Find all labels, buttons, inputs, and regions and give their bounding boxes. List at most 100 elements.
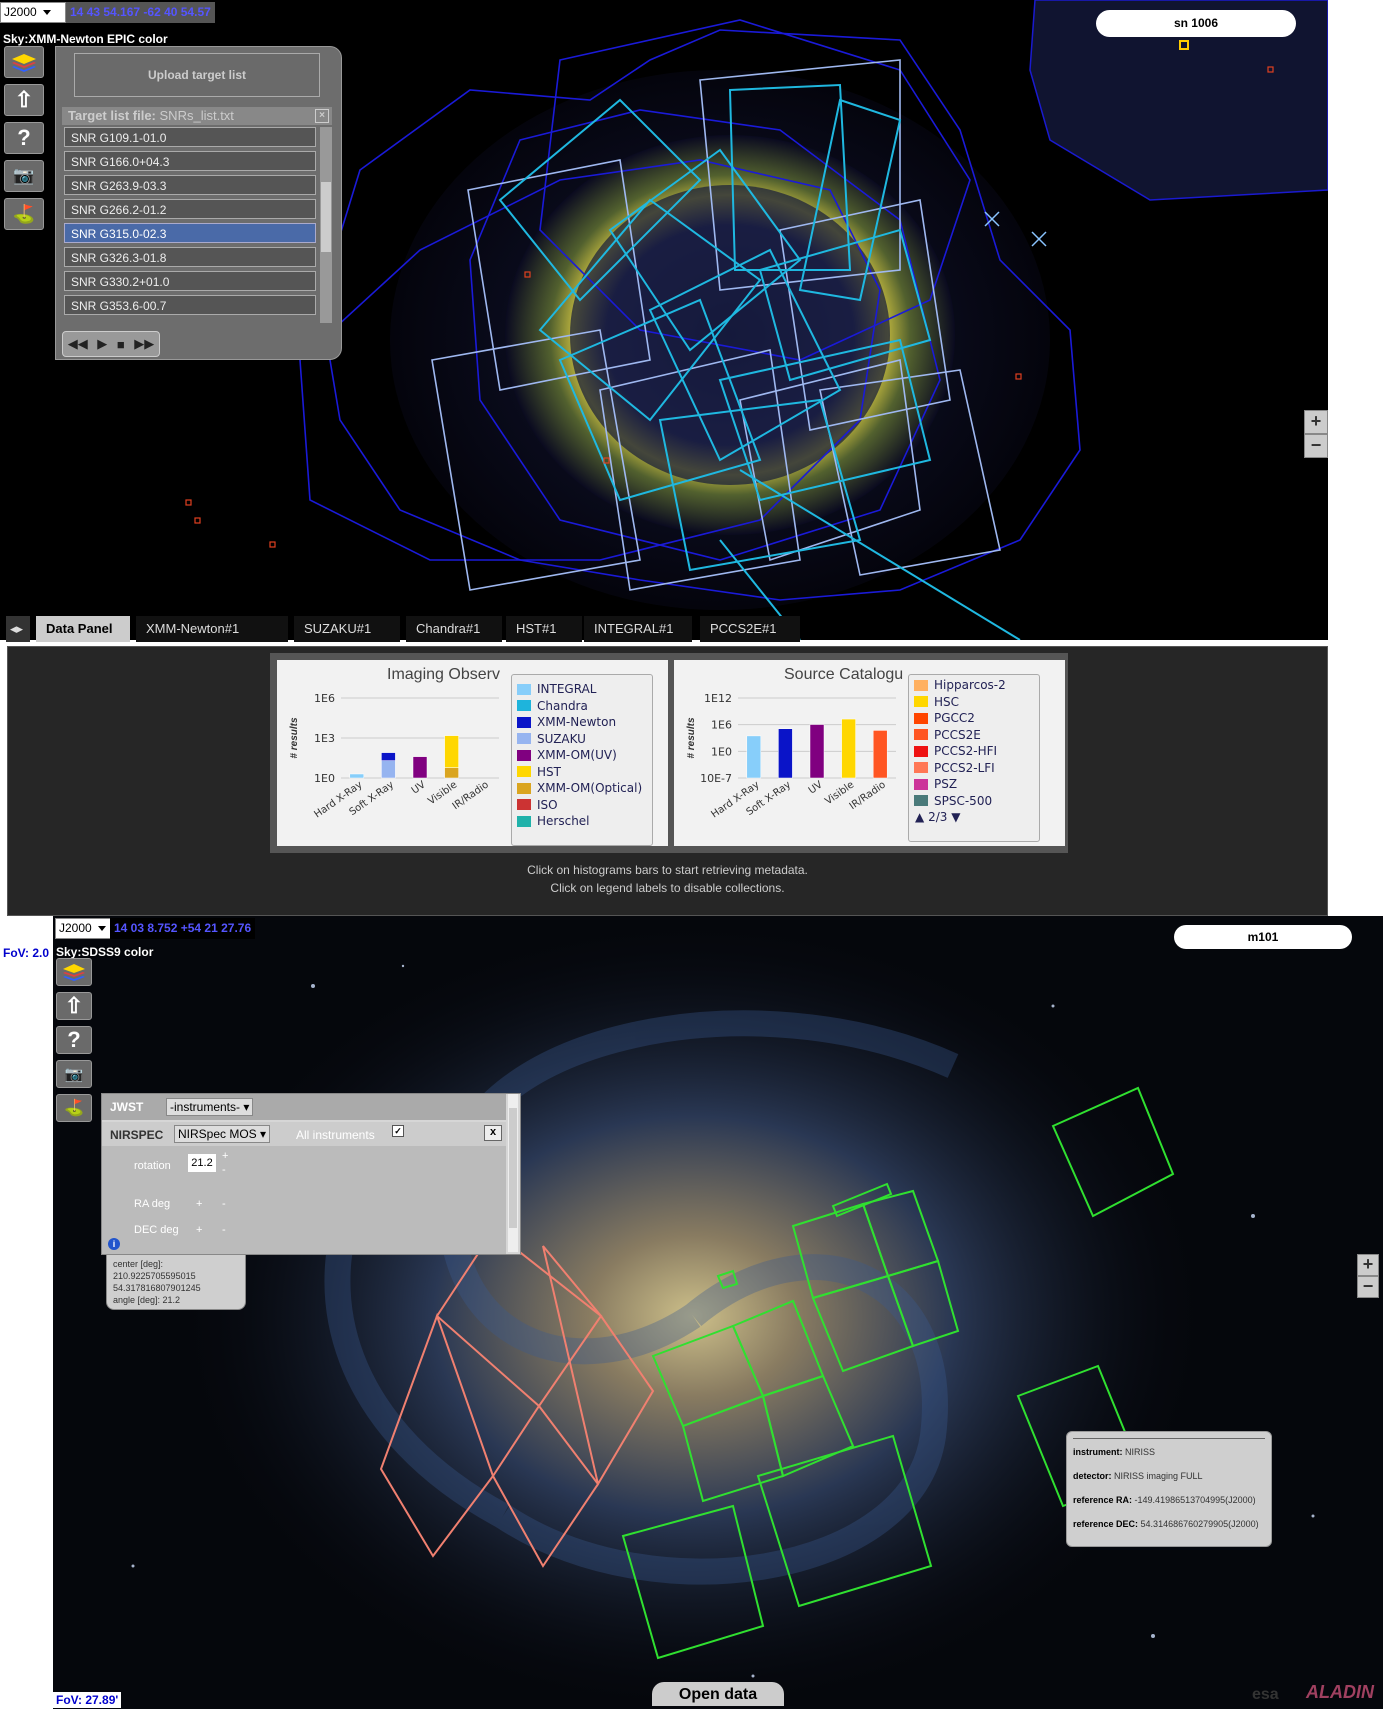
mode-select[interactable]: NIRSpec MOS ▾ (174, 1125, 271, 1143)
tab-xmm-newton[interactable]: XMM-Newton#1 (136, 616, 288, 642)
dec-minus[interactable]: - (222, 1224, 226, 1236)
target-list-button[interactable]: ⛳ (56, 1094, 92, 1122)
target-list: SNR G109.1-01.0 SNR G166.0+04.3 SNR G263… (64, 127, 316, 319)
legend-item[interactable]: PCCS2E (909, 727, 1039, 744)
side-toolbar-bottom: ⇧ ? 📷 ⛳ (56, 958, 92, 1122)
upload-target-list-button[interactable]: Upload target list (74, 53, 320, 97)
legend-item[interactable]: ISO (512, 797, 652, 814)
sky-viewer-bottom[interactable] (53, 916, 1383, 1709)
panel-scrollbar[interactable] (508, 1094, 518, 1252)
coordinates-input[interactable]: 14 43 54.167 -62 40 54.57 (66, 2, 215, 23)
screenshot-button[interactable]: 📷 (56, 1060, 92, 1088)
legend-item[interactable]: XMM-OM(Optical) (512, 780, 652, 797)
legend-swatch (914, 696, 928, 708)
target-list-item[interactable]: SNR G166.0+04.3 (64, 151, 316, 171)
rotation-input[interactable]: 21.2 (188, 1154, 216, 1172)
legend-item[interactable]: PCCS2-LFI (909, 760, 1039, 777)
legend-item[interactable]: PSZ (909, 776, 1039, 793)
ra-plus[interactable]: + (196, 1198, 202, 1210)
y-tick-label: 1E0 (314, 772, 335, 785)
coord-system-value: J2000 (4, 5, 37, 19)
x-tick-label: IR/Radio (451, 779, 491, 812)
rewind-icon[interactable]: ◀◀ (68, 336, 88, 352)
arrow-up-icon[interactable]: ▲ (915, 810, 924, 824)
legend-item[interactable]: XMM-OM(UV) (512, 747, 652, 764)
rotation-minus[interactable]: - (222, 1164, 226, 1176)
tooltip-instrument: instrument: NIRISS (1073, 1447, 1156, 1457)
legend-item[interactable]: INTEGRAL (512, 681, 652, 698)
legend-item[interactable]: Herschel (512, 813, 652, 830)
tab-chandra[interactable]: Chandra#1 (406, 616, 502, 642)
layers-button[interactable] (4, 46, 44, 78)
legend-item[interactable]: HST (512, 764, 652, 781)
y-tick-label: 10E-7 (700, 772, 732, 785)
legend-item[interactable]: SUZAKU (512, 731, 652, 748)
target-list-item[interactable]: SNR G109.1-01.0 (64, 127, 316, 147)
camera-icon: 📷 (13, 166, 35, 185)
legend-item[interactable]: PCCS2-HFI (909, 743, 1039, 760)
ra-minus[interactable]: - (222, 1198, 226, 1210)
fast-forward-icon[interactable]: ▶▶ (134, 336, 154, 352)
tab-pccs2e[interactable]: PCCS2E#1 (700, 616, 800, 642)
legend-item[interactable]: HSC (909, 694, 1039, 711)
y-tick-label: 1E0 (711, 745, 732, 758)
target-list-item[interactable]: SNR G326.3-01.8 (64, 247, 316, 267)
legend-item[interactable]: Chandra (512, 698, 652, 715)
help-button[interactable]: ? (4, 122, 44, 154)
target-search-input[interactable]: sn 1006 (1096, 10, 1296, 37)
close-button[interactable]: x (484, 1125, 502, 1141)
help-button[interactable]: ? (56, 1026, 92, 1054)
dec-plus[interactable]: + (196, 1224, 202, 1236)
target-list-item[interactable]: SNR G263.9-03.3 (64, 175, 316, 195)
target-list-item[interactable]: SNR G266.2-01.2 (64, 199, 316, 219)
legend-item[interactable]: XMM-Newton (512, 714, 652, 731)
histogram-bar (412, 756, 428, 779)
all-instruments-checkbox[interactable]: ✓ (392, 1125, 404, 1137)
sky-image-m101[interactable] (53, 916, 1383, 1709)
instrument-select[interactable]: -instruments- ▾ (166, 1098, 254, 1116)
target-list-item[interactable]: SNR G353.6-00.7 (64, 295, 316, 315)
layers-button[interactable] (56, 958, 92, 986)
play-icon[interactable]: ▶ (97, 336, 107, 352)
tab-suzaku[interactable]: SUZAKU#1 (294, 616, 400, 642)
target-list-scrollbar[interactable] (320, 127, 332, 323)
legend-item[interactable]: PGCC2 (909, 710, 1039, 727)
rotation-plus[interactable]: + (222, 1150, 228, 1162)
fov-indicator-bottom: FoV: 27.89' (53, 1692, 122, 1708)
scrollbar-thumb[interactable] (321, 182, 331, 252)
screenshot-button[interactable]: 📷 (4, 160, 44, 192)
info-icon[interactable]: i (108, 1238, 120, 1250)
close-icon[interactable]: × (315, 109, 329, 123)
x-tick-label: UV (410, 779, 428, 796)
scrollbar-thumb[interactable] (509, 1108, 517, 1228)
legend-label: INTEGRAL (537, 682, 597, 697)
coord-system-select[interactable]: J2000 (0, 2, 66, 23)
legend-pager: ▲ 2/3 ▼ (909, 809, 1039, 826)
stop-icon[interactable]: ■ (117, 337, 125, 352)
tab-data-panel[interactable]: Data Panel (36, 616, 130, 642)
zoom-in-button[interactable]: + (1304, 410, 1328, 434)
open-data-button[interactable]: Open data (652, 1682, 784, 1706)
export-button[interactable]: ⇧ (4, 84, 44, 116)
target-list-item-selected[interactable]: SNR G315.0-02.3 (64, 223, 316, 243)
coord-system-select-bottom[interactable]: J2000 (55, 918, 111, 939)
legend-item[interactable]: Hipparcos-2 (909, 677, 1039, 694)
legend-swatch (517, 782, 531, 794)
arrow-down-icon[interactable]: ▼ (951, 810, 960, 824)
zoom-out-button[interactable]: − (1304, 434, 1328, 458)
zoom-out-button-bottom[interactable]: − (1357, 1276, 1379, 1298)
coordinates-input-bottom[interactable]: 14 03 8.752 +54 21 27.76 (110, 918, 256, 939)
target-list-item[interactable]: SNR G330.2+01.0 (64, 271, 316, 291)
zoom-in-button-bottom[interactable]: + (1357, 1254, 1379, 1276)
target-search-input-bottom[interactable]: m101 (1174, 925, 1352, 949)
instrument-select-value: -instruments- (170, 1100, 241, 1114)
info-center-ra: 210.9225705595015 (113, 1271, 196, 1281)
esa-logo: esa (1252, 1686, 1279, 1703)
tab-hst[interactable]: HST#1 (506, 616, 582, 642)
tab-scroll-arrows[interactable]: ◂▸ (6, 616, 30, 642)
tab-integral[interactable]: INTEGRAL#1 (584, 616, 692, 642)
export-button[interactable]: ⇧ (56, 992, 92, 1020)
legend-item[interactable]: SPSC-500 (909, 793, 1039, 810)
legend-swatch (914, 729, 928, 741)
target-list-button[interactable]: ⛳ (4, 198, 44, 230)
